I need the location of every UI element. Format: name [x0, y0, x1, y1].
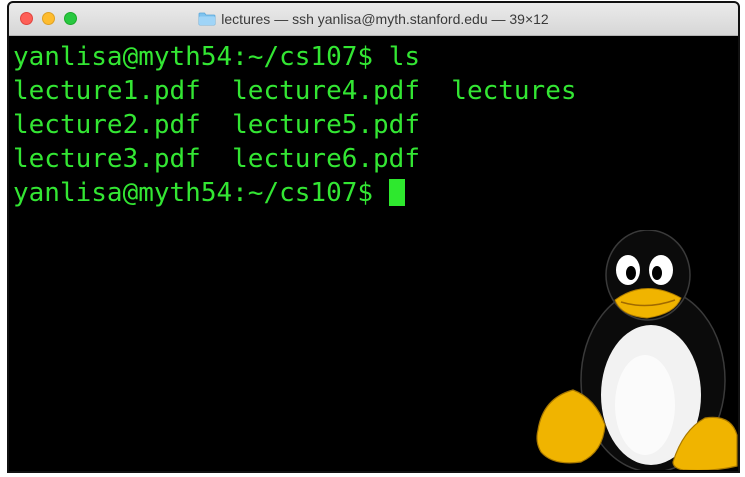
terminal-window: lectures — ssh yanlisa@myth.stanford.edu…	[7, 1, 740, 473]
window-title-container: lectures — ssh yanlisa@myth.stanford.edu…	[9, 11, 738, 27]
window-title: lectures — ssh yanlisa@myth.stanford.edu…	[221, 11, 549, 27]
current-prompt-line[interactable]: yanlisa@myth54:~/cs107$	[13, 176, 738, 210]
prompt: yanlisa@myth54:~/cs107$	[13, 42, 374, 72]
command: ls	[388, 42, 420, 72]
output-line: lecture2.pdf lecture5.pdf	[13, 110, 420, 140]
command-line: yanlisa@myth54:~/cs107$ ls	[13, 40, 738, 74]
text-cursor	[388, 179, 405, 206]
tux-penguin-icon	[536, 230, 738, 470]
folder-icon	[198, 12, 216, 26]
terminal-output[interactable]: yanlisa@myth54:~/cs107$ ls lecture1.pdf …	[9, 36, 738, 470]
title-bar[interactable]: lectures — ssh yanlisa@myth.stanford.edu…	[9, 3, 738, 36]
output-line: lecture3.pdf lecture6.pdf	[13, 144, 420, 174]
prompt: yanlisa@myth54:~/cs107$	[13, 178, 374, 208]
output-line: lecture1.pdf lecture4.pdf lectures	[13, 76, 577, 106]
